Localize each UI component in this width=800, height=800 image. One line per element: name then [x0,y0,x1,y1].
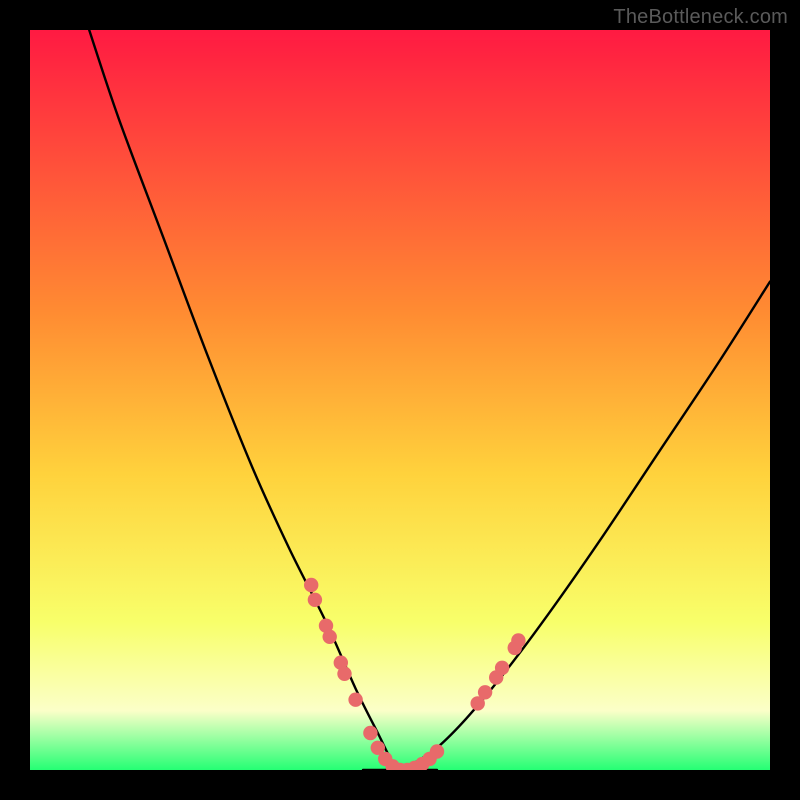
highlight-dot [511,633,525,647]
highlight-dot [348,693,362,707]
highlight-dot [323,630,337,644]
highlight-dot [308,593,322,607]
watermark-text: TheBottleneck.com [613,6,788,29]
highlight-dot [495,661,509,675]
bottleneck-chart [0,0,800,800]
highlight-dot [478,685,492,699]
gradient-area [30,30,770,770]
chart-frame: TheBottleneck.com [0,0,800,800]
highlight-dot [304,578,318,592]
highlight-dot [363,726,377,740]
highlight-dot [430,744,444,758]
highlight-dot [337,667,351,681]
